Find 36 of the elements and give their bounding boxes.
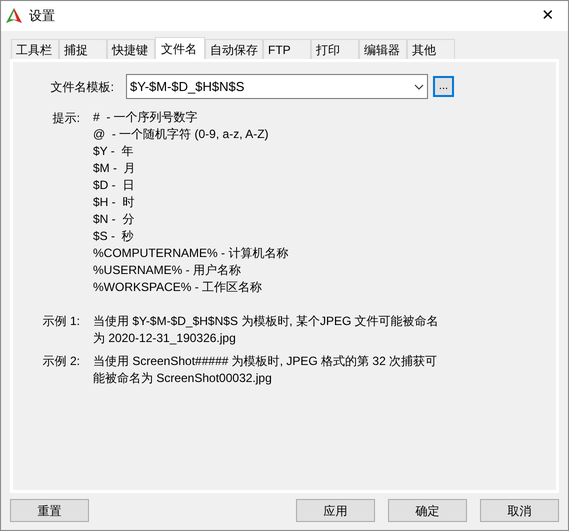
hint-line: $Y - 年 bbox=[93, 143, 134, 160]
chevron-down-icon bbox=[414, 84, 424, 90]
hint-line: $H - 时 bbox=[93, 194, 136, 211]
template-label: 文件名模板: bbox=[50, 78, 114, 96]
hint-line: $M - 月 bbox=[93, 160, 137, 177]
dialog-button[interactable]: 确定 bbox=[388, 499, 467, 522]
hint-line: %COMPUTERNAME% - 计算机名称 bbox=[93, 245, 288, 262]
hint-line: %USERNAME% - 用户名称 bbox=[93, 262, 242, 279]
hint-line: $S - 秒 bbox=[93, 228, 135, 245]
hint-line: $N - 分 bbox=[93, 211, 136, 228]
tab[interactable]: 自动保存 bbox=[205, 39, 263, 59]
example-label: 示例 1: bbox=[42, 313, 80, 330]
dialog-button[interactable]: 应用 bbox=[296, 499, 375, 522]
template-combo[interactable]: $Y-$M-$D_$H$N$S bbox=[126, 74, 428, 99]
browse-button[interactable]: ... bbox=[433, 76, 454, 97]
example-label: 示例 2: bbox=[42, 353, 80, 370]
tab[interactable]: 快捷键 bbox=[107, 39, 155, 59]
hints-label: 提示: bbox=[52, 110, 80, 127]
example-text: 当使用 ScreenShot##### 为模板时, JPEG 格式的第 32 次捕获可能被命名为 ScreenShot00032.jpg bbox=[93, 353, 438, 387]
dialog-button[interactable]: 取消 bbox=[480, 499, 559, 522]
reset-button[interactable]: 重置 bbox=[10, 499, 89, 522]
tab[interactable]: 文件名 bbox=[155, 37, 205, 59]
tab[interactable]: 编辑器 bbox=[359, 39, 407, 59]
hint-line: %WORKSPACE% - 工作区名称 bbox=[93, 279, 264, 296]
window-title: 设置 bbox=[29, 7, 55, 26]
tab[interactable]: 打印 bbox=[311, 39, 359, 59]
tab[interactable]: 工具栏 bbox=[11, 39, 59, 59]
close-button[interactable]: ✕ bbox=[528, 1, 568, 31]
tab[interactable]: 其他 bbox=[407, 39, 455, 59]
hint-line: @ - 一个随机字符 (0-9, a-z, A-Z) bbox=[93, 126, 270, 143]
app-logo-icon bbox=[5, 7, 23, 25]
tab[interactable]: FTP bbox=[263, 39, 311, 59]
example-text: 当使用 $Y-$M-$D_$H$N$S 为模板时, 某个JPEG 文件可能被命名为 2020-12-31_190326.jpg bbox=[93, 313, 440, 347]
hint-line: $D - 日 bbox=[93, 177, 136, 194]
hint-line: # - 一个序列号数字 bbox=[93, 109, 199, 126]
tab[interactable]: 捕捉 bbox=[59, 39, 107, 59]
